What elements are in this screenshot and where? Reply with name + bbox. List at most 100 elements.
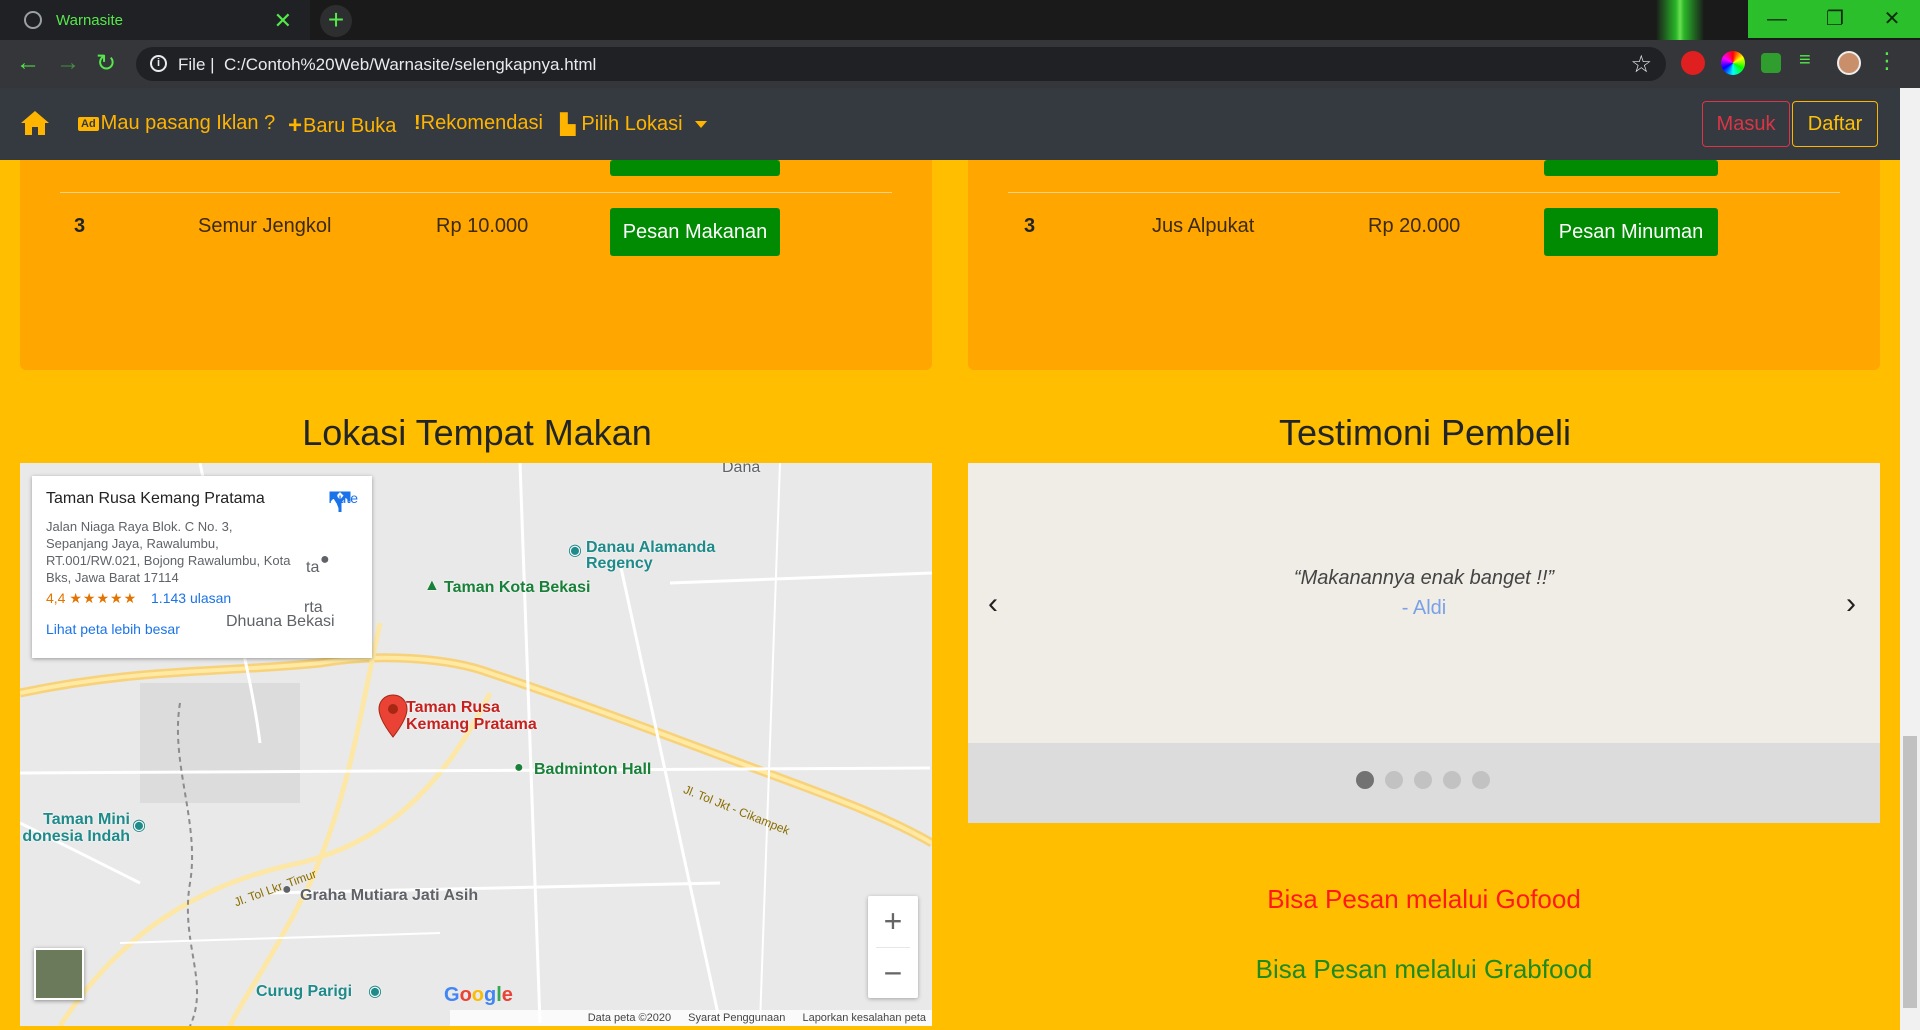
map-pin-curug: ◉: [368, 983, 382, 1000]
pesan-minuman-button[interactable]: Pesan Minuman: [1544, 208, 1718, 256]
map-label-badminton: Badminton Hall: [534, 761, 652, 778]
map-label-marker: Taman Rusa Kemang Pratama: [406, 699, 537, 733]
reload-icon[interactable]: ↻: [96, 49, 116, 78]
nav-pilih-lokasi-label: Pilih Lokasi: [581, 113, 683, 135]
profile-avatar[interactable]: [1837, 51, 1861, 75]
building-icon: ▙: [560, 114, 576, 136]
google-logo: Google: [444, 984, 513, 1006]
map-pin-badminton: ●: [514, 759, 524, 776]
media-control-icon[interactable]: ≡: [1799, 49, 1823, 73]
carousel-indicator[interactable]: [1385, 771, 1403, 789]
nav-rekomendasi-label: Rekomendasi: [420, 112, 543, 134]
pesan-makanan-button[interactable]: Pesan Makanan: [610, 208, 780, 256]
carousel-next-button[interactable]: ›: [1846, 587, 1856, 621]
map-label-bhuana: Dhuana Bekasi: [226, 613, 335, 630]
nav-pilih-lokasi[interactable]: ▙ Pilih Lokasi: [560, 112, 707, 137]
ad-icon: Ad: [78, 116, 99, 131]
carousel-prev-button[interactable]: ‹: [988, 587, 998, 621]
map-attribution: Data peta ©2020 Syarat Penggunaan Lapork…: [450, 1010, 932, 1026]
drink-name: Jus Alpukat: [1152, 215, 1255, 237]
location-title: Lokasi Tempat Makan: [302, 412, 652, 453]
row-number: 3: [74, 215, 86, 237]
minimize-button[interactable]: —: [1748, 0, 1806, 38]
info-icon[interactable]: i: [150, 55, 167, 72]
nav-baru-buka[interactable]: + Baru Buka: [288, 112, 396, 140]
exclamation-icon: !: [414, 112, 421, 134]
row-number: 3: [1024, 215, 1036, 237]
testimonial-author: - Aldi: [1401, 597, 1447, 619]
satellite-toggle[interactable]: [34, 948, 84, 1000]
food-name: Semur Jengkol: [198, 215, 332, 237]
url-scheme: File |: [178, 55, 215, 74]
zoom-out-button[interactable]: −: [868, 948, 918, 999]
globe-icon: [24, 11, 42, 29]
puzzle-extensions-icon[interactable]: [1761, 53, 1781, 73]
masuk-button[interactable]: Masuk: [1702, 101, 1790, 147]
route-button[interactable]: Rute: [328, 490, 358, 512]
testimonial-title: Testimoni Pembeli: [1278, 412, 1572, 453]
site-navbar: Ad Mau pasang Iklan ? + Baru Buka ! Reko…: [0, 88, 1900, 160]
map-label-taman-mini: Taman Mini donesia Indah: [22, 811, 130, 845]
map-pin-taman-mini: ◉: [132, 817, 146, 834]
map-label-graha: Graha Mutiara Jati Asih: [300, 887, 479, 904]
menu-dots-icon[interactable]: ⋮: [1876, 48, 1898, 73]
table-row-divider: [1008, 192, 1840, 193]
reviews-link[interactable]: 1.143 ulasan: [151, 590, 231, 606]
nav-rekomendasi[interactable]: ! Rekomendasi: [414, 112, 543, 135]
table-row-divider: [60, 192, 892, 193]
rating-stars: ★★★★★: [69, 590, 138, 606]
testimonial-quote: “Makanannya enak banget !!”: [1293, 567, 1555, 589]
tab-close-icon[interactable]: ✕: [274, 8, 292, 34]
address-toolbar: ← → ↻ i File | C:/Contoh%20Web/Warnasite…: [0, 40, 1920, 88]
map-data-credit: Data peta ©2020: [587, 1012, 672, 1024]
drink-menu-card: 3 Jus Alpukat Rp 20.000 Pesan Minuman: [968, 160, 1880, 370]
directions-icon: [329, 491, 351, 512]
google-map[interactable]: Taman Rusa Kemang Pratama Jalan Niaga Ra…: [20, 463, 932, 1026]
map-pin-graha: ●: [282, 881, 292, 898]
adblock-extension-icon[interactable]: [1681, 51, 1705, 75]
report-error-link[interactable]: Laporkan kesalahan peta: [802, 1012, 926, 1024]
carousel-indicator[interactable]: [1443, 771, 1461, 789]
restore-button[interactable]: ❐: [1806, 0, 1864, 38]
map-pin-danau: ◉: [568, 542, 582, 559]
pesan-minuman-button-partial[interactable]: [1544, 160, 1718, 176]
carousel-indicator[interactable]: [1356, 771, 1374, 789]
terms-link[interactable]: Syarat Penggunaan: [688, 1012, 785, 1024]
scrollbar-thumb[interactable]: [1903, 736, 1917, 1008]
carousel-indicator[interactable]: [1414, 771, 1432, 789]
rating-value: 4,4: [46, 590, 66, 606]
nav-pasang-iklan[interactable]: Ad Mau pasang Iklan ?: [78, 112, 275, 135]
back-icon[interactable]: ←: [16, 49, 40, 77]
new-tab-button[interactable]: +: [320, 5, 352, 37]
chevron-down-icon: [694, 121, 707, 128]
daftar-button[interactable]: Daftar: [1792, 101, 1878, 147]
gofood-text: Bisa Pesan melalui Gofood: [1267, 884, 1581, 914]
plus-icon: +: [288, 112, 303, 139]
map-pin-gray: ●: [320, 551, 330, 568]
zoom-control: + −: [868, 896, 918, 998]
nav-baru-buka-label: Baru Buka: [303, 114, 397, 137]
carousel-indicator[interactable]: [1472, 771, 1490, 789]
bookmark-star-icon[interactable]: ☆: [1630, 50, 1652, 79]
zoom-in-button[interactable]: +: [868, 896, 918, 947]
map-label-dana: Dana: [722, 463, 761, 476]
nav-pasang-iklan-label: Mau pasang Iklan ?: [100, 112, 276, 134]
browser-tab-strip: Warnasite ✕ + — ❐ ✕: [0, 0, 1920, 90]
home-icon[interactable]: [20, 110, 50, 136]
map-label-danau: Danau Alamanda Regency: [586, 539, 716, 572]
browser-tab[interactable]: Warnasite ✕: [0, 0, 310, 40]
tab-title: Warnasite: [56, 11, 123, 29]
pesan-makanan-button-partial[interactable]: [610, 160, 780, 176]
food-price: Rp 10.000: [436, 215, 529, 237]
place-name: Taman Rusa Kemang Pratama: [46, 490, 265, 507]
color-extension-icon[interactable]: [1721, 51, 1745, 75]
map-pin-taman-kota: ▲: [424, 577, 440, 594]
map-marker-icon[interactable]: [378, 694, 408, 738]
close-window-button[interactable]: ✕: [1864, 0, 1920, 38]
address-bar[interactable]: i File | C:/Contoh%20Web/Warnasite/selen…: [136, 47, 1666, 81]
forward-icon[interactable]: →: [56, 49, 80, 77]
testimonial-carousel: “Makanannya enak banget !!” - Aldi ‹ ›: [968, 463, 1880, 823]
place-address: Jalan Niaga Raya Blok. C No. 3, Sepanjan…: [46, 519, 291, 585]
map-label-curug: Curug Parigi: [256, 983, 353, 1000]
url-text[interactable]: C:/Contoh%20Web/Warnasite/selengkapnya.h…: [224, 55, 596, 75]
